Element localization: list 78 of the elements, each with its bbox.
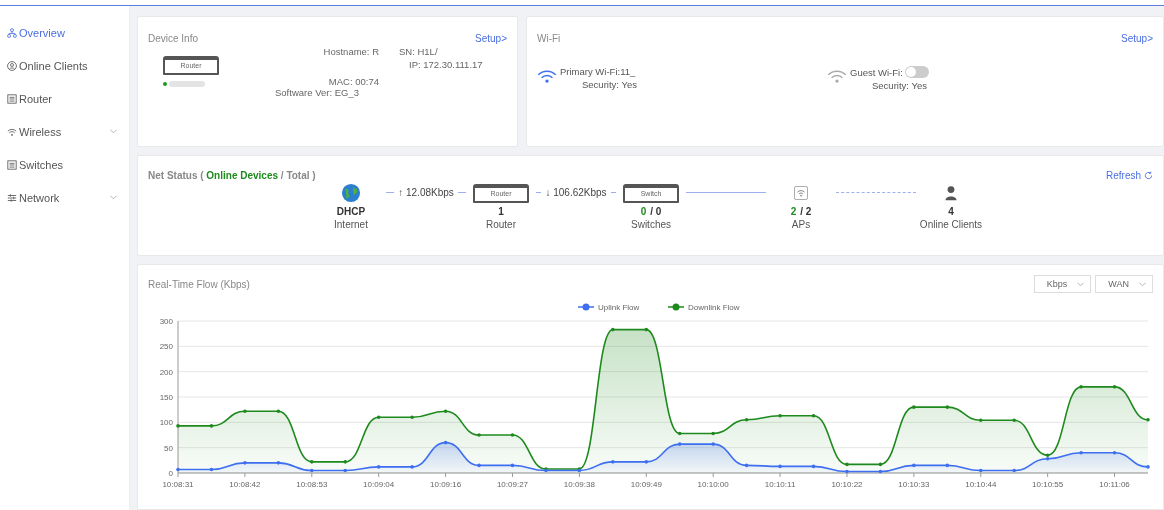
legend-label: Uplink Flow [598,303,640,312]
axis-label: 10:10:44 [965,480,997,489]
axis-label: 10:10:00 [697,480,729,489]
redacted-block [169,81,205,87]
axis-label: 10:10:11 [764,480,796,489]
axis-label: 50 [164,443,173,453]
device-icon [7,159,17,170]
legend-marker [667,303,685,311]
node-label: Online Clients [919,219,983,231]
chevron-down-icon [1077,281,1085,287]
sidebar-item[interactable]: Switches [0,148,129,181]
node-label: Internet [334,219,368,231]
node-label: APs [791,219,811,231]
chevron-down-icon [1139,281,1146,287]
info-field: IP: 172.30.111.17 [387,59,507,72]
security-text: Security: Yes [871,80,928,91]
info-field: Hostname: R [247,46,387,59]
total-count: / 2 [800,206,812,218]
axis-label: 10:08:53 [296,480,328,489]
axis-label: 200 [159,367,173,377]
person-icon [945,185,957,202]
online-count: 4 [948,206,954,218]
axis-label: 10:09:04 [363,480,395,489]
axis-label: 10:10:33 [898,480,930,489]
toggle-switch[interactable] [904,66,929,78]
info-field: Software Ver: EG_3 [247,87,507,98]
axis-label: 300 [159,317,173,326]
node-label: Switches [631,219,671,231]
dropdown[interactable]: Kbps [1033,275,1092,293]
setup-link[interactable]: Setup> [475,33,507,44]
card-title: Device Info [148,33,199,44]
device-icon [7,93,17,104]
refresh-icon [1144,171,1153,181]
axis-label: 100 [159,418,173,428]
legend-marker [577,303,595,311]
legend-label: Downlink Flow [688,303,740,312]
user-icon [7,60,17,71]
rate-text: ↑ 12.08Kbps [398,186,454,198]
card-title: Wi-Fi [537,33,561,44]
axis-label: 0 [168,469,173,478]
card-title: Net Status ( Online Devices / Total ) [148,170,316,182]
access-point-icon [794,186,808,201]
dropdown[interactable]: WAN [1095,275,1153,293]
rate-text: ↓ 106.62Kbps [545,186,607,198]
axis-label: 250 [159,342,173,352]
sidebar-item[interactable]: Network [0,181,129,214]
wifi-icon [7,126,17,137]
globe-icon [341,183,361,204]
online-count: 0 [640,206,647,218]
sidebar-item[interactable]: Overview [0,16,129,49]
sidebar-item[interactable]: Online Clients [0,49,129,82]
node-value: DHCP [336,206,366,218]
axis-label: 10:09:27 [496,480,529,489]
refresh-link[interactable]: Refresh [1106,170,1153,182]
axis-label: 10:09:49 [630,480,662,489]
axis-label: 10:10:22 [831,480,863,489]
security-text: Security: Yes [581,79,637,90]
setup-link[interactable]: Setup> [1121,33,1153,44]
axis-label: 10:09:16 [430,480,462,489]
info-field: SN: H1L/ [387,46,507,59]
network-icon [7,192,17,203]
online-count: 2 [790,206,797,218]
topology-icon [7,27,17,38]
online-count: 1 [498,206,504,218]
axis-label: 10:08:31 [162,480,194,489]
node-label: Router [486,219,516,231]
axis-label: 10:10:55 [1032,480,1064,489]
wifi-name: Guest Wi-Fi: [850,66,903,78]
axis-label: 10:09:38 [563,480,595,489]
info-field: MAC: 00:74 [247,76,387,85]
total-count: / 0 [650,206,662,218]
axis-label: 10:08:42 [229,480,261,489]
card-title: Real-Time Flow (Kbps) [148,278,250,290]
sidebar-item[interactable]: Wireless [0,115,129,148]
sidebar-item[interactable]: Router [0,82,129,115]
axis-label: 10:11:06 [1099,480,1130,489]
wifi-name: Primary Wi-Fi:11_ [560,66,636,77]
axis-label: 150 [159,393,173,402]
